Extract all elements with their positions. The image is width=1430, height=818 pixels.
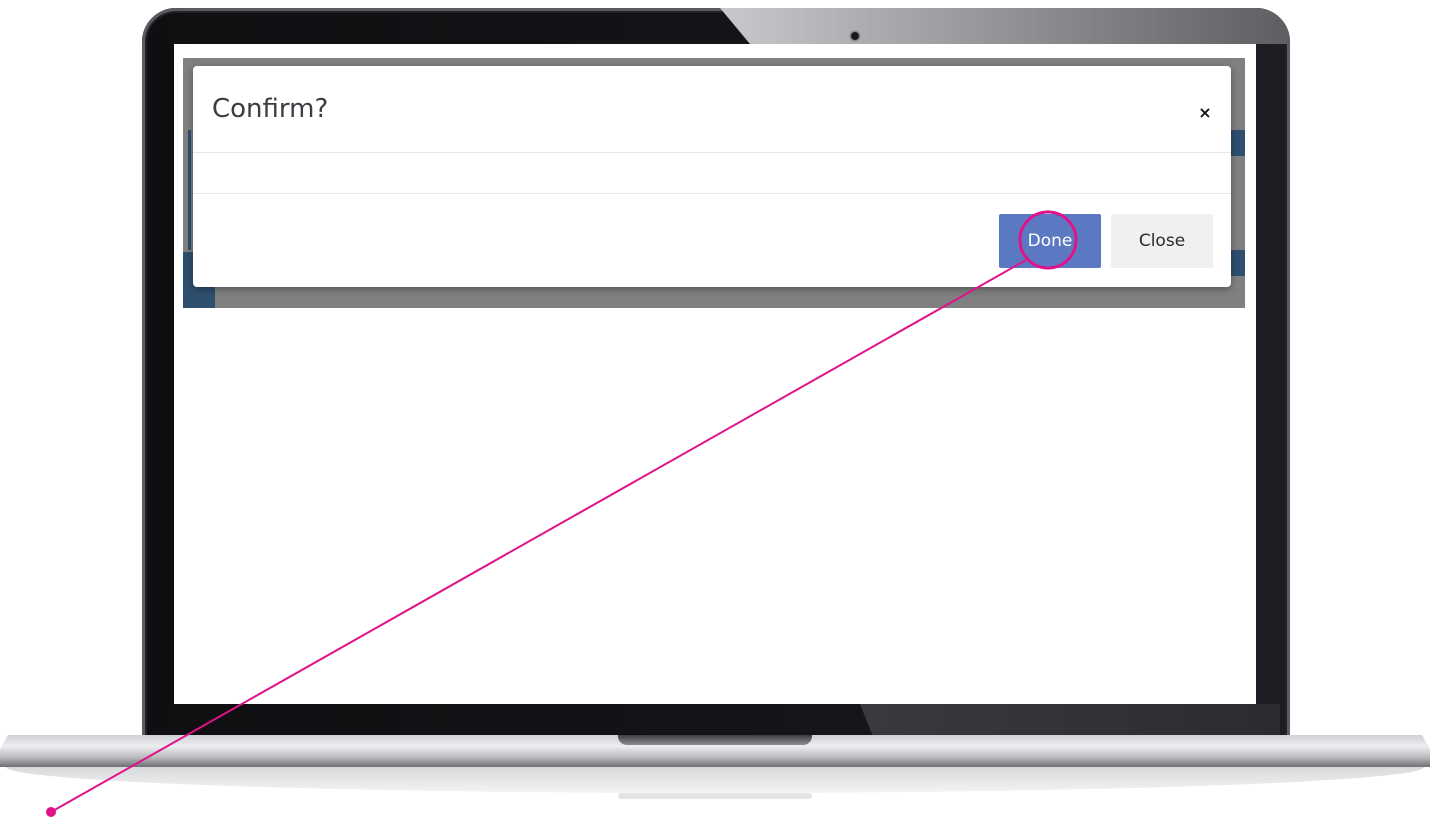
laptop-base-bottom (6, 767, 1424, 793)
close-button[interactable]: Close (1111, 214, 1213, 268)
laptop-mockup: Confirm? × Done Close (0, 0, 1430, 818)
lid-glare (720, 8, 1290, 44)
laptop-base-shadow (618, 793, 812, 799)
background-panel-edge (188, 130, 191, 250)
laptop-lid: Confirm? × Done Close (142, 8, 1290, 748)
dialog-body (193, 153, 1231, 194)
dialog-header: Confirm? × (193, 66, 1231, 153)
close-icon[interactable]: × (1195, 102, 1215, 122)
dialog-title: Confirm? (212, 94, 329, 124)
laptop-notch (618, 735, 812, 745)
callout-dot (46, 807, 56, 817)
done-button[interactable]: Done (999, 214, 1101, 268)
webcam-icon (851, 32, 859, 40)
dialog-footer: Done Close (193, 194, 1231, 287)
confirm-dialog: Confirm? × Done Close (193, 66, 1231, 287)
laptop-screen: Confirm? × Done Close (174, 44, 1256, 704)
